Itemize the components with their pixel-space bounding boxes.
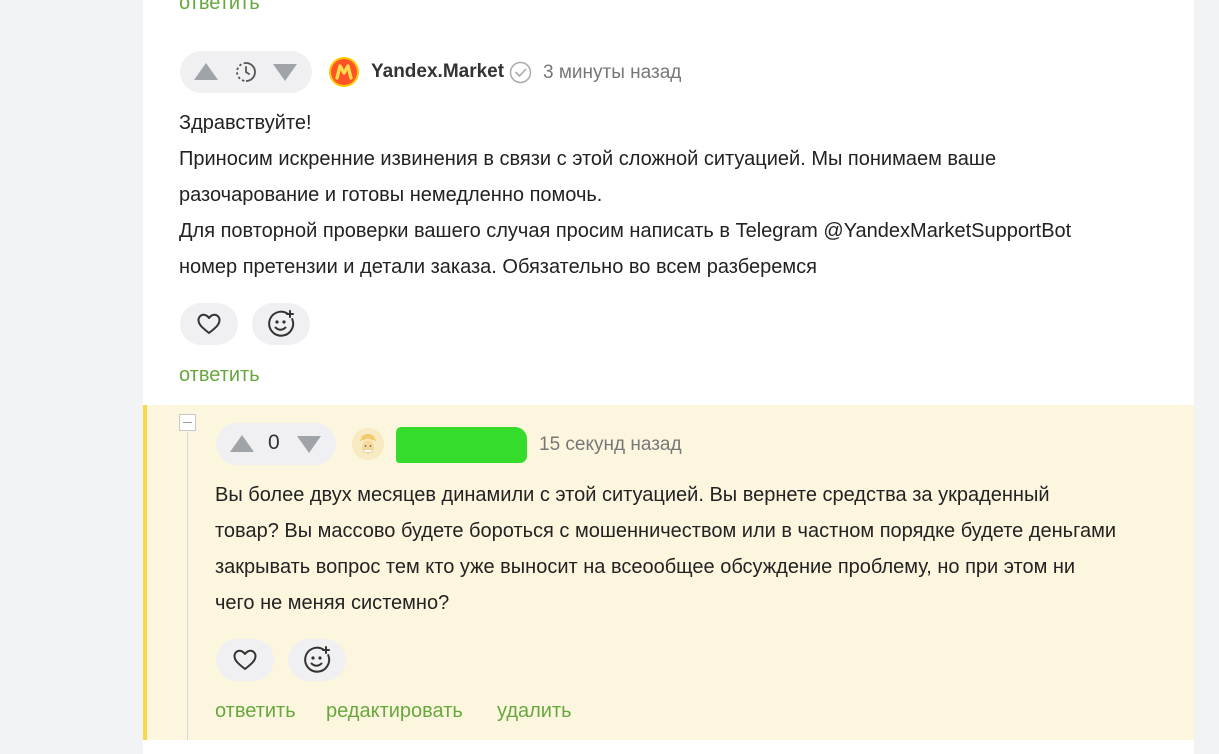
reply-link-previous[interactable]: ответить [179,0,260,15]
comment-line: чего не меняя системно? [215,592,450,614]
comment-body: Вы более двух месяцев динамили с этой си… [215,477,1116,621]
vote-control [180,51,312,93]
comment-body: Здравствуйте! Приносим искренние извинен… [179,105,1071,285]
upvote-icon[interactable] [194,63,218,80]
comment-line: закрывать вопрос тем кто уже выносит на … [215,556,1076,578]
comment-line: номер претензии и детали заказа. Обязате… [179,256,817,278]
yandex-market-avatar[interactable] [329,57,359,87]
delete-link[interactable]: удалить [497,700,572,723]
add-reaction-button[interactable] [252,303,310,345]
reply-link[interactable]: ответить [179,364,260,387]
emoji-add-icon [268,310,295,337]
like-button[interactable] [216,639,274,681]
edit-link[interactable]: редактировать [326,700,463,723]
comment-line: Вы более двух месяцев динамили с этой си… [215,484,1050,506]
comment-line: Для повторной проверки вашего случая про… [179,220,1072,242]
heart-icon [233,649,257,670]
collapse-thread-toggle[interactable] [179,414,196,431]
heart-icon [197,313,221,334]
redacted-username [396,427,527,463]
thread-line[interactable] [187,432,188,740]
comment-line: Здравствуйте! [179,112,312,134]
downvote-icon[interactable] [273,64,297,81]
user-avatar[interactable] [352,428,384,460]
comment-author[interactable]: Yandex.Market [371,61,504,83]
comment-timestamp[interactable]: 3 минуты назад [543,62,681,84]
add-reaction-button[interactable] [288,639,346,681]
like-button[interactable] [180,303,238,345]
emoji-add-icon [304,646,331,673]
comment-line: Приносим искренние извинения в связи с э… [179,148,997,170]
upvote-icon[interactable] [230,435,254,452]
verified-check-icon [509,61,532,84]
comment-timestamp[interactable]: 15 секунд назад [539,434,682,456]
rating-count: 0 [268,431,280,454]
vote-control: 0 [216,423,336,465]
pending-rating-icon [236,62,256,82]
reply-link[interactable]: ответить [215,700,296,723]
comment-line: разочарование и готовы немедленно помочь… [179,184,603,206]
downvote-icon[interactable] [297,436,321,453]
comment-line: товар? Вы массово будете бороться с моше… [215,520,1116,542]
